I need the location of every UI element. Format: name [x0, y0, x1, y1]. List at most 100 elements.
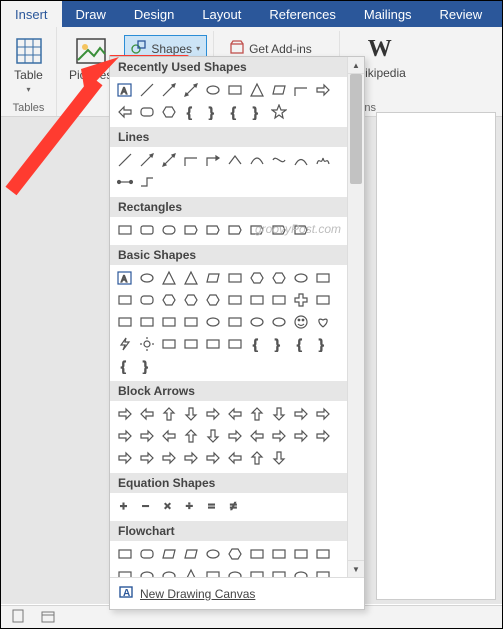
shape-item[interactable]	[180, 149, 202, 171]
shape-item[interactable]	[136, 447, 158, 469]
shape-item[interactable]	[268, 425, 290, 447]
shape-item[interactable]	[246, 219, 268, 241]
shape-item[interactable]	[158, 79, 180, 101]
shape-item[interactable]	[136, 333, 158, 355]
shape-item[interactable]	[180, 447, 202, 469]
shape-item[interactable]	[202, 333, 224, 355]
shape-item[interactable]	[114, 101, 136, 123]
shape-item[interactable]	[180, 219, 202, 241]
shape-item[interactable]: {	[224, 101, 246, 123]
shape-item[interactable]	[246, 311, 268, 333]
shape-item[interactable]	[202, 219, 224, 241]
shape-item[interactable]	[290, 267, 312, 289]
shape-item[interactable]	[246, 289, 268, 311]
shape-item[interactable]	[224, 425, 246, 447]
shape-item[interactable]: {	[246, 333, 268, 355]
shape-item[interactable]	[158, 403, 180, 425]
table-button[interactable]: Table▾	[7, 31, 51, 99]
scroll-up-icon[interactable]: ▲	[348, 57, 364, 74]
shape-item[interactable]	[158, 219, 180, 241]
shape-item[interactable]	[290, 219, 312, 241]
shape-item[interactable]	[136, 267, 158, 289]
shape-item[interactable]	[158, 289, 180, 311]
shape-item[interactable]	[224, 403, 246, 425]
shape-item[interactable]	[114, 543, 136, 565]
shape-item[interactable]: }	[246, 101, 268, 123]
shape-item[interactable]	[312, 149, 334, 171]
shape-item[interactable]	[202, 565, 224, 577]
tab-layout[interactable]: Layout	[188, 1, 255, 27]
tab-draw[interactable]: Draw	[62, 1, 120, 27]
shape-item[interactable]	[180, 333, 202, 355]
scroll-down-icon[interactable]: ▼	[348, 560, 364, 577]
shape-item[interactable]	[180, 425, 202, 447]
shape-item[interactable]	[180, 311, 202, 333]
shape-item[interactable]	[268, 101, 290, 123]
shape-item[interactable]	[268, 403, 290, 425]
shape-item[interactable]	[224, 149, 246, 171]
scroll-thumb[interactable]	[350, 74, 362, 184]
status-icon-page[interactable]	[11, 609, 25, 626]
shape-item[interactable]	[312, 403, 334, 425]
shape-item[interactable]	[202, 289, 224, 311]
shape-item[interactable]	[224, 565, 246, 577]
tab-design[interactable]: Design	[120, 1, 188, 27]
shape-item[interactable]	[268, 289, 290, 311]
tab-review[interactable]: Review	[426, 1, 497, 27]
shape-item[interactable]	[312, 311, 334, 333]
shape-item[interactable]	[202, 311, 224, 333]
shape-item[interactable]	[114, 149, 136, 171]
shape-item[interactable]	[202, 79, 224, 101]
status-icon-cal[interactable]	[41, 609, 55, 626]
shape-item[interactable]	[158, 267, 180, 289]
shape-item[interactable]	[268, 311, 290, 333]
dropdown-scrollbar[interactable]: ▲ ▼	[347, 57, 364, 577]
shape-item[interactable]	[312, 267, 334, 289]
tab-references[interactable]: References	[255, 1, 349, 27]
shape-item[interactable]: {	[180, 101, 202, 123]
shape-item[interactable]	[268, 447, 290, 469]
shape-item[interactable]	[136, 543, 158, 565]
shape-item[interactable]	[158, 425, 180, 447]
shape-item[interactable]	[224, 289, 246, 311]
new-drawing-canvas[interactable]: A New Drawing Canvas	[110, 577, 364, 609]
shape-item[interactable]	[114, 219, 136, 241]
shape-item[interactable]	[202, 447, 224, 469]
shape-item[interactable]	[290, 565, 312, 577]
shape-item[interactable]	[246, 149, 268, 171]
shape-item[interactable]	[158, 565, 180, 577]
shape-item[interactable]	[180, 403, 202, 425]
shape-item[interactable]: {	[114, 355, 136, 377]
shape-item[interactable]: ≠	[224, 495, 246, 517]
shape-item[interactable]	[202, 403, 224, 425]
shape-item[interactable]	[136, 149, 158, 171]
shape-item[interactable]	[136, 219, 158, 241]
shape-item[interactable]	[224, 267, 246, 289]
shape-item[interactable]	[202, 149, 224, 171]
shape-item[interactable]	[224, 543, 246, 565]
shape-item[interactable]	[246, 79, 268, 101]
shape-item[interactable]	[158, 101, 180, 123]
shape-item[interactable]: −	[136, 495, 158, 517]
shape-item[interactable]	[180, 543, 202, 565]
shape-item[interactable]: +	[114, 495, 136, 517]
shape-item[interactable]	[312, 425, 334, 447]
document-page[interactable]	[376, 112, 496, 600]
shape-item[interactable]	[180, 267, 202, 289]
shape-item[interactable]: {	[290, 333, 312, 355]
shape-item[interactable]	[136, 171, 158, 193]
shape-item[interactable]: }	[268, 333, 290, 355]
shape-item[interactable]	[114, 447, 136, 469]
shape-item[interactable]	[246, 565, 268, 577]
shape-item[interactable]: ×	[158, 495, 180, 517]
shape-item[interactable]	[268, 565, 290, 577]
shape-item[interactable]	[312, 289, 334, 311]
shape-item[interactable]	[290, 149, 312, 171]
shape-item[interactable]	[268, 79, 290, 101]
shape-item[interactable]	[268, 543, 290, 565]
shape-item[interactable]	[114, 289, 136, 311]
shape-item[interactable]	[224, 447, 246, 469]
shape-item[interactable]: A	[114, 267, 136, 289]
shape-item[interactable]	[114, 333, 136, 355]
shape-item[interactable]	[246, 447, 268, 469]
